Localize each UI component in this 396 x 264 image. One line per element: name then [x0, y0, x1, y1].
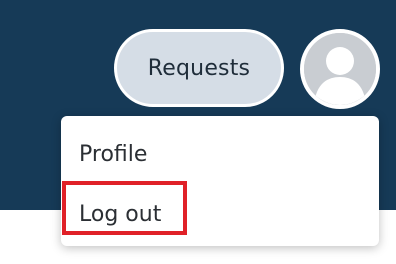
user-dropdown-menu: Profile Log out [61, 116, 379, 246]
user-avatar-button[interactable] [300, 29, 380, 109]
requests-button[interactable]: Requests [114, 29, 284, 107]
menu-item-profile[interactable]: Profile [79, 144, 147, 166]
user-avatar-icon [304, 33, 376, 105]
menu-item-log-out[interactable]: Log out [79, 204, 161, 226]
